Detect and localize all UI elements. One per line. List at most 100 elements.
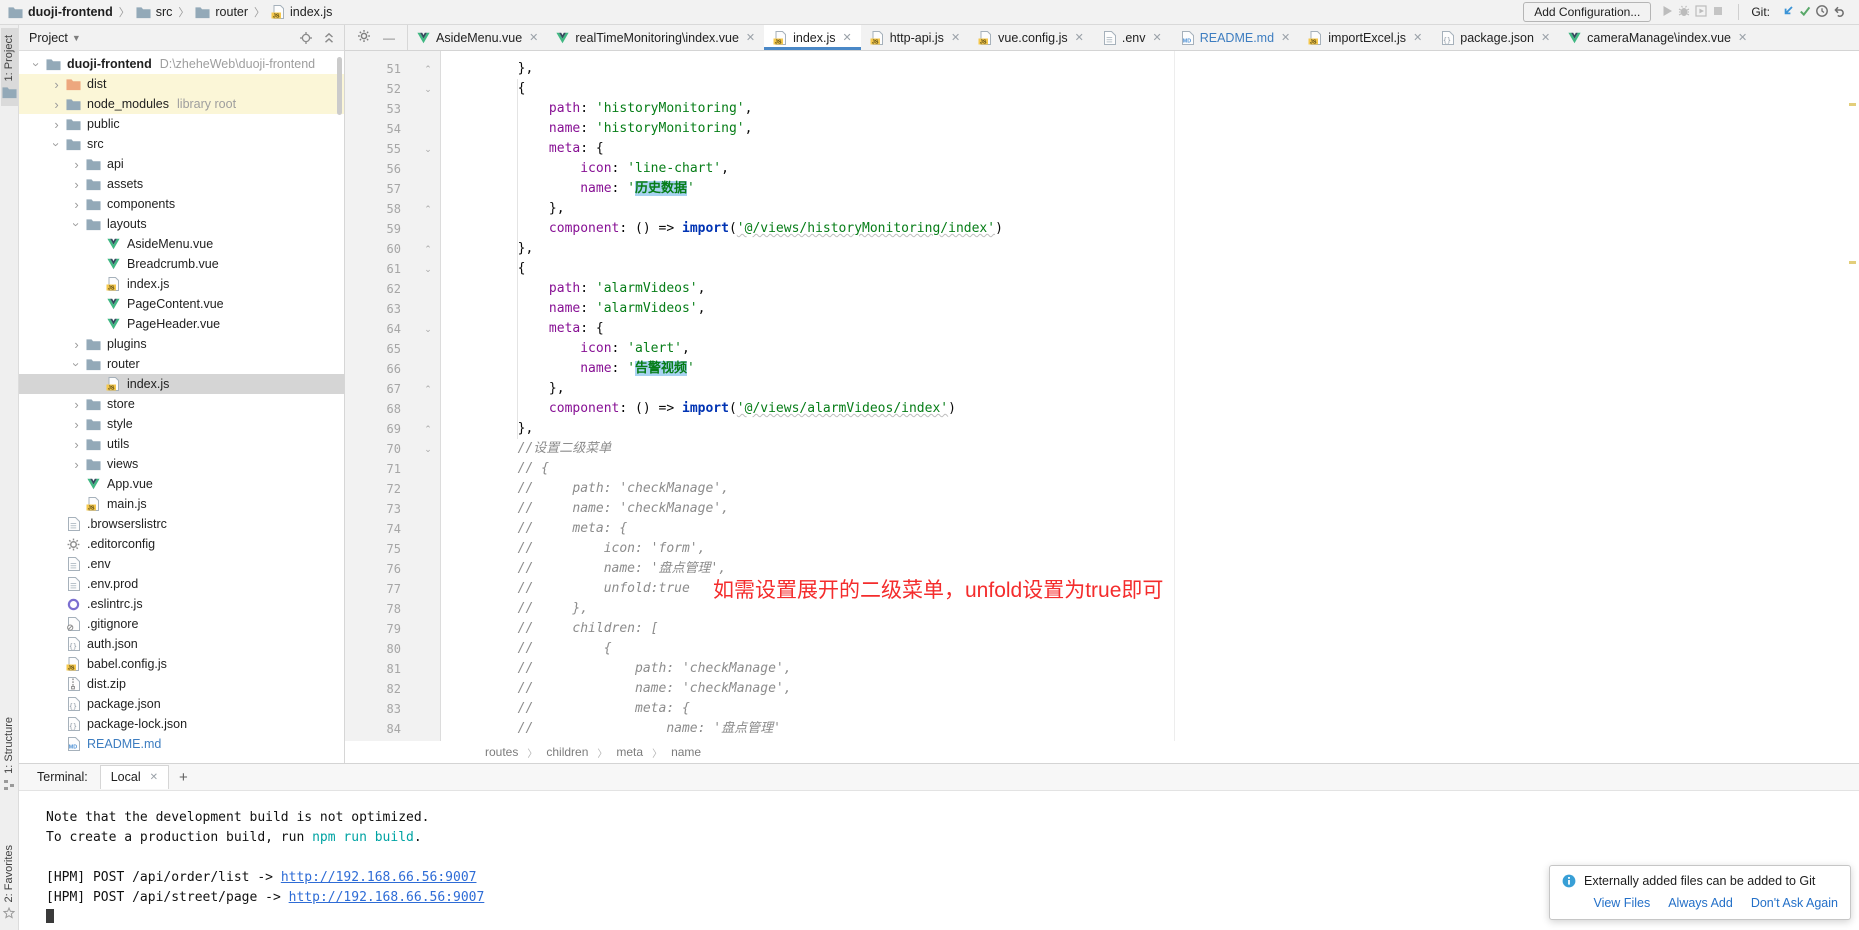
code-line-84[interactable]: 84 // name: '盘点管理'	[345, 719, 1845, 739]
close-icon[interactable]: ✕	[1153, 31, 1162, 44]
terminal-tab-local[interactable]: Local ✕	[100, 765, 169, 789]
code-line-79[interactable]: 79 // children: [	[345, 619, 1845, 639]
tree-item-src[interactable]: ›src	[19, 134, 344, 154]
tree-item-pageheader.vue[interactable]: PageHeader.vue	[19, 314, 344, 334]
debug-button-icon[interactable]	[1675, 3, 1692, 19]
close-icon[interactable]: ✕	[1281, 31, 1290, 44]
notification-action-view-files[interactable]: View Files	[1593, 896, 1650, 910]
close-icon[interactable]: ✕	[1541, 31, 1550, 44]
tree-item-main.js[interactable]: JSmain.js	[19, 494, 344, 514]
code-line-64[interactable]: 64⌄ meta: {	[345, 319, 1845, 339]
run-button-icon[interactable]	[1658, 3, 1675, 19]
tree-item-breadcrumb.vue[interactable]: Breadcrumb.vue	[19, 254, 344, 274]
tab-package.json[interactable]: {}package.json✕	[1431, 25, 1559, 50]
fold-marker-icon[interactable]: ⌃	[415, 239, 441, 259]
tree-item-index.js[interactable]: JSindex.js	[19, 274, 344, 294]
notification-action-always-add[interactable]: Always Add	[1668, 896, 1733, 910]
tree-item-plugins[interactable]: ›plugins	[19, 334, 344, 354]
tree-item-.gitignore[interactable]: .gitignore	[19, 614, 344, 634]
editor-breadcrumb-item[interactable]: children	[546, 745, 588, 759]
breadcrumb-item[interactable]: router	[195, 5, 248, 19]
tree-item-layouts[interactable]: ›layouts	[19, 214, 344, 234]
tab-http-api.js[interactable]: JShttp-api.js✕	[861, 25, 969, 50]
tree-item-package-lock.json[interactable]: {}package-lock.json	[19, 714, 344, 734]
tab-realtimemonitoring-index.vue[interactable]: realTimeMonitoring\index.vue✕	[547, 25, 764, 50]
tree-chevron-icon[interactable]: ›	[69, 158, 84, 171]
code-editor[interactable]: 51⌃ },52⌄ {53 path: 'historyMonitoring',…	[345, 51, 1859, 741]
fold-marker-icon[interactable]: ⌄	[415, 319, 441, 339]
close-icon[interactable]: ✕	[951, 31, 960, 44]
tree-item-babel.config.js[interactable]: JSbabel.config.js	[19, 654, 344, 674]
tree-chevron-icon[interactable]: ›	[49, 118, 64, 131]
locate-file-icon[interactable]	[297, 30, 315, 46]
tree-chevron-icon[interactable]: ›	[49, 78, 64, 91]
code-line-62[interactable]: 62 path: 'alarmVideos',	[345, 279, 1845, 299]
tree-item-duoji-frontend[interactable]: ›duoji-frontendD:\zheheWeb\duoji-fronten…	[19, 54, 344, 74]
git-update-icon[interactable]	[1779, 3, 1796, 19]
tree-chevron-icon[interactable]: ›	[69, 398, 84, 411]
code-line-53[interactable]: 53 path: 'historyMonitoring',	[345, 99, 1845, 119]
tab-index.js[interactable]: JSindex.js✕	[764, 25, 861, 50]
code-line-57[interactable]: 57 name: '历史数据'	[345, 179, 1845, 199]
tree-item-dist[interactable]: ›dist	[19, 74, 344, 94]
breadcrumb-item[interactable]: src	[136, 5, 173, 19]
code-line-63[interactable]: 63 name: 'alarmVideos',	[345, 299, 1845, 319]
breadcrumb-item[interactable]: JSindex.js	[271, 5, 332, 19]
tab-.env[interactable]: .env✕	[1093, 25, 1171, 50]
tree-chevron-icon[interactable]: ›	[69, 198, 84, 211]
stop-button-icon[interactable]	[1709, 3, 1726, 19]
code-line-51[interactable]: 51⌃ },	[345, 59, 1845, 79]
code-line-70[interactable]: 70⌄ //设置二级菜单	[345, 439, 1845, 459]
close-icon[interactable]: ✕	[529, 31, 538, 44]
tree-item-assets[interactable]: ›assets	[19, 174, 344, 194]
editor-breadcrumb-item[interactable]: name	[671, 745, 701, 759]
close-icon[interactable]: ✕	[150, 772, 158, 783]
tree-item-pagecontent.vue[interactable]: PageContent.vue	[19, 294, 344, 314]
tree-item-store[interactable]: ›store	[19, 394, 344, 414]
tree-item-api[interactable]: ›api	[19, 154, 344, 174]
fold-marker-icon[interactable]: ⌃	[415, 419, 441, 439]
tree-item-.env[interactable]: .env	[19, 554, 344, 574]
tree-item-public[interactable]: ›public	[19, 114, 344, 134]
settings-gear-icon[interactable]	[357, 29, 371, 46]
code-line-67[interactable]: 67⌃ },	[345, 379, 1845, 399]
terminal-link[interactable]: http://192.168.66.56:9007	[281, 870, 477, 885]
editor-breadcrumb-item[interactable]: meta	[616, 745, 643, 759]
tab-asidemenu.vue[interactable]: AsideMenu.vue✕	[408, 25, 547, 50]
code-line-80[interactable]: 80 // {	[345, 639, 1845, 659]
fold-marker-icon[interactable]: ⌃	[415, 59, 441, 79]
code-line-59[interactable]: 59 component: () => import('@/views/hist…	[345, 219, 1845, 239]
tree-item-utils[interactable]: ›utils	[19, 434, 344, 454]
code-line-72[interactable]: 72 // path: 'checkManage',	[345, 479, 1845, 499]
tab-vue.config.js[interactable]: JSvue.config.js✕	[969, 25, 1093, 50]
code-line-68[interactable]: 68 component: () => import('@/views/alar…	[345, 399, 1845, 419]
terminal-link[interactable]: http://192.168.66.56:9007	[289, 890, 485, 905]
warning-stripe-mark[interactable]	[1849, 103, 1856, 106]
tab-cameramanage-index.vue[interactable]: cameraManage\index.vue✕	[1559, 25, 1756, 50]
close-icon[interactable]: ✕	[1075, 31, 1084, 44]
fold-marker-icon[interactable]: ⌄	[415, 139, 441, 159]
code-line-61[interactable]: 61⌄ {	[345, 259, 1845, 279]
code-line-54[interactable]: 54 name: 'historyMonitoring',	[345, 119, 1845, 139]
tree-item-.browserslistrc[interactable]: .browserslistrc	[19, 514, 344, 534]
hide-panel-icon[interactable]: —	[383, 31, 395, 45]
stripe-button-project[interactable]: 1: Project	[1, 28, 18, 106]
close-icon[interactable]: ✕	[843, 31, 852, 44]
tree-item-.eslintrc.js[interactable]: .eslintrc.js	[19, 594, 344, 614]
tree-chevron-icon[interactable]: ›	[69, 418, 84, 431]
tree-chevron-icon[interactable]: ›	[69, 338, 84, 351]
git-rollback-icon[interactable]	[1830, 3, 1847, 19]
code-line-52[interactable]: 52⌄ {	[345, 79, 1845, 99]
tree-chevron-icon[interactable]: ›	[30, 57, 43, 72]
tree-chevron-icon[interactable]: ›	[50, 137, 63, 152]
coverage-button-icon[interactable]	[1692, 3, 1709, 19]
tree-item-views[interactable]: ›views	[19, 454, 344, 474]
new-terminal-button[interactable]: +	[179, 769, 188, 786]
stripe-button-favorites[interactable]: 2: Favorites	[2, 838, 16, 926]
tree-item-readme.md[interactable]: MDREADME.md	[19, 734, 344, 754]
tree-item-.env.prod[interactable]: .env.prod	[19, 574, 344, 594]
code-line-81[interactable]: 81 // path: 'checkManage',	[345, 659, 1845, 679]
tree-item-auth.json[interactable]: {}auth.json	[19, 634, 344, 654]
code-line-71[interactable]: 71 // {	[345, 459, 1845, 479]
notification-action-don-t-ask-again[interactable]: Don't Ask Again	[1751, 896, 1838, 910]
